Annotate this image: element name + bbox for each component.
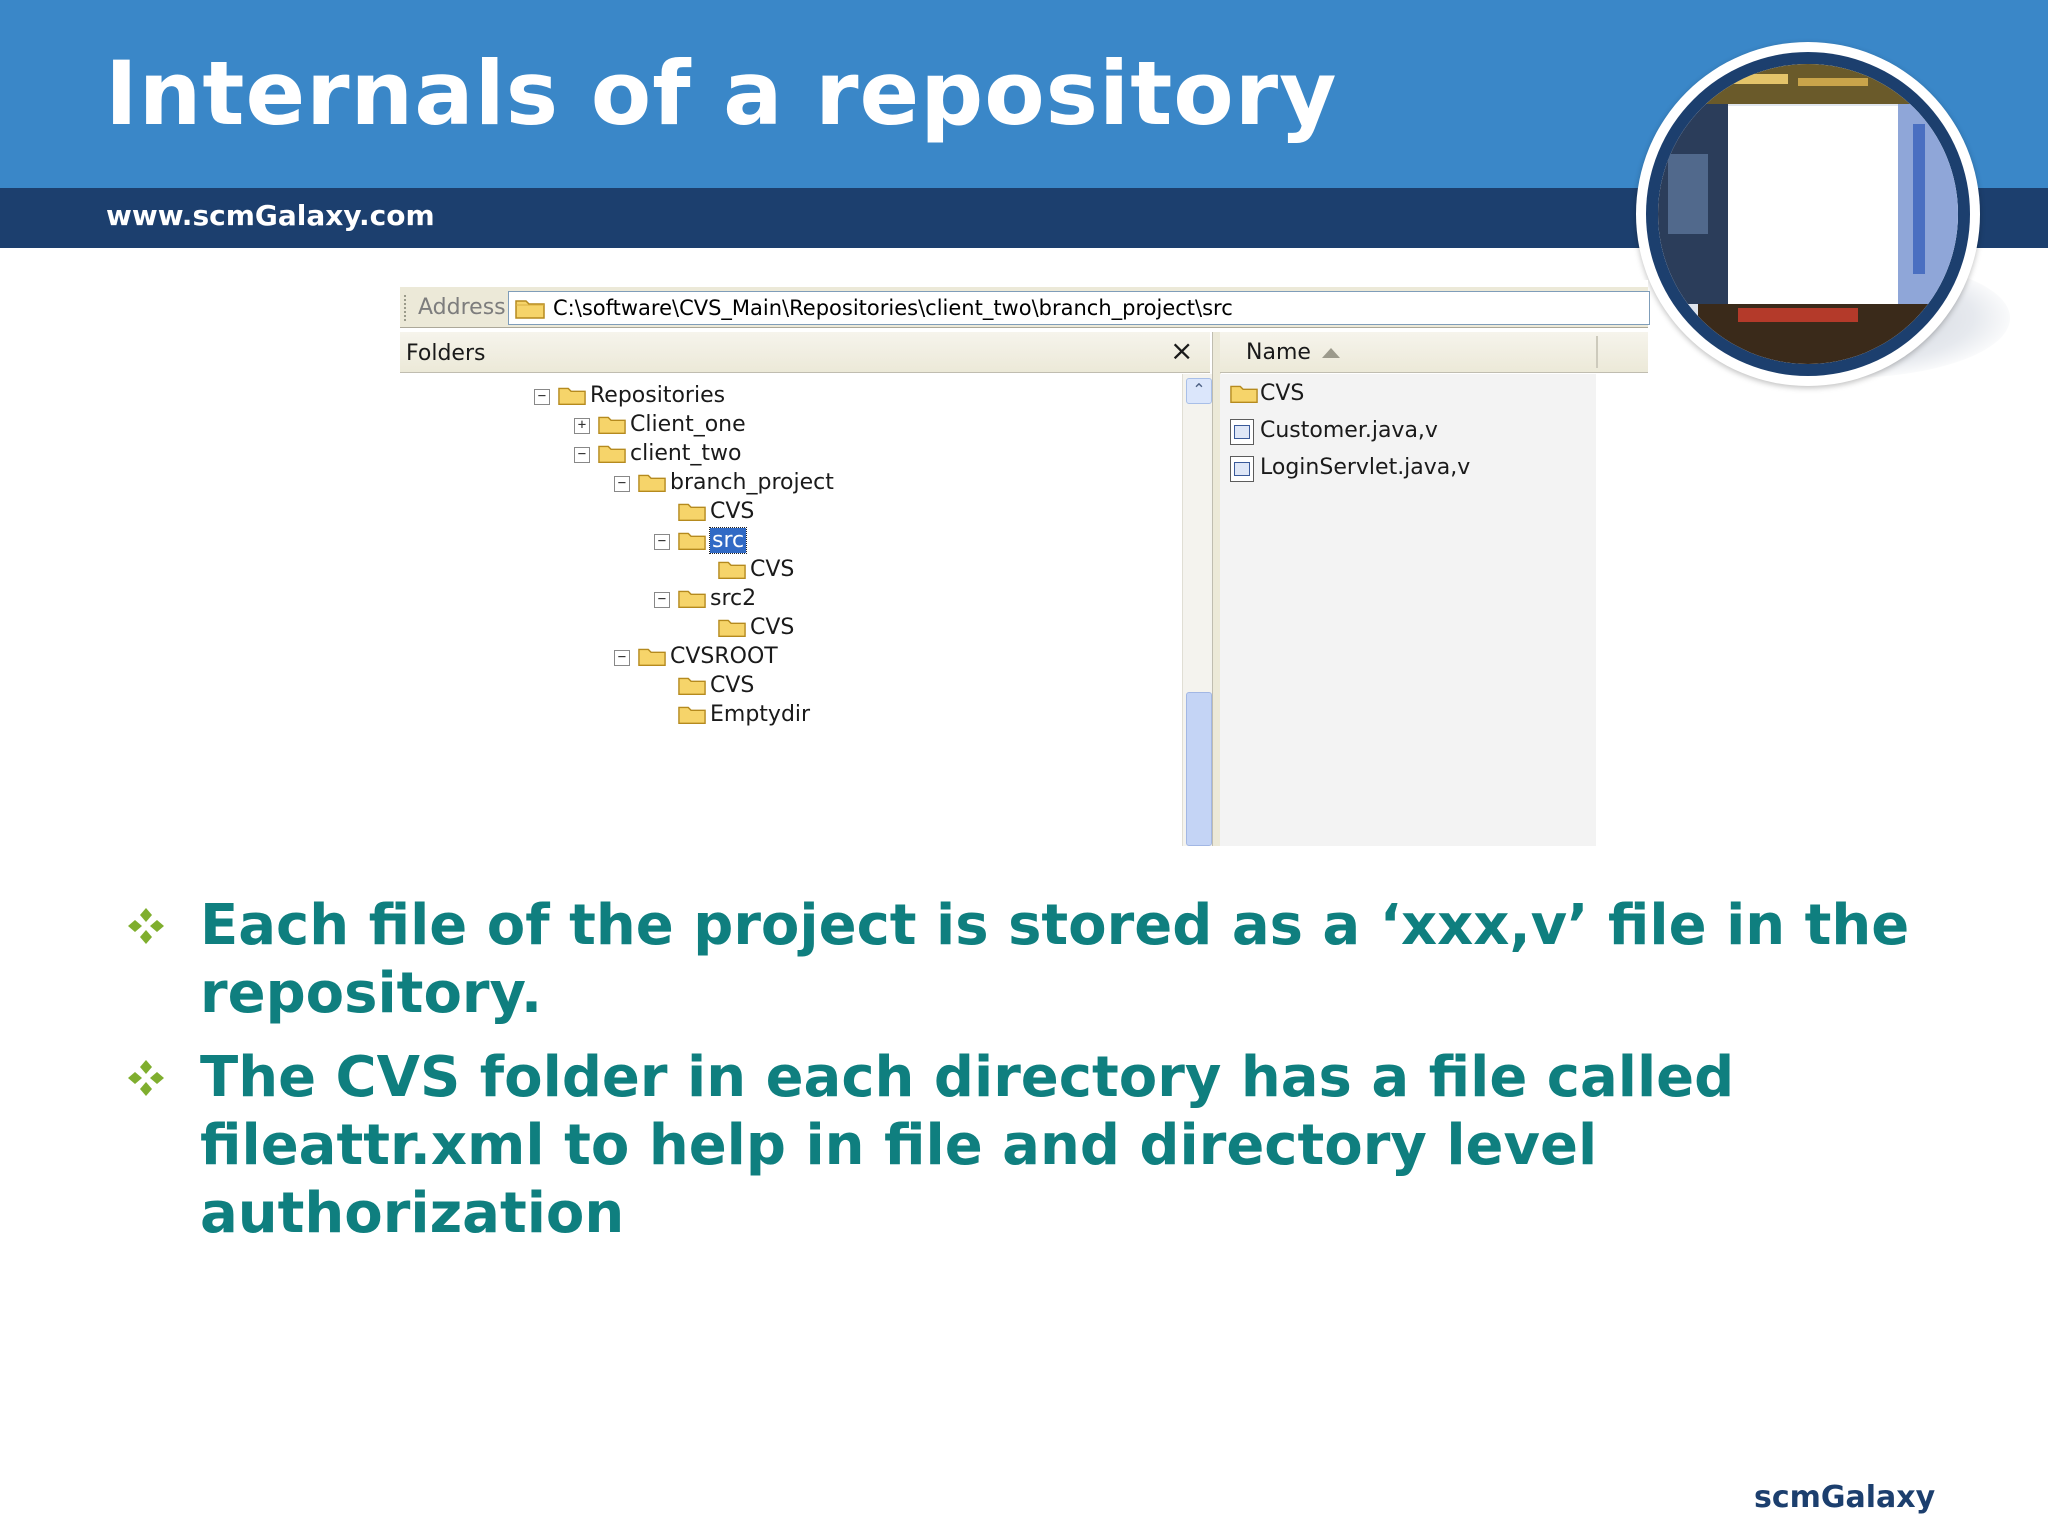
column-separator[interactable] <box>1596 336 1598 368</box>
tree-item-label: CVS <box>750 615 795 640</box>
folder-icon <box>638 645 666 671</box>
tree-item-label: branch_project <box>670 470 834 495</box>
address-bar: Address C:\software\CVS_Main\Repositorie… <box>400 286 1650 328</box>
address-label: Address <box>418 295 506 320</box>
diamond-bullet-icon <box>126 1058 166 1098</box>
tree-item-label: Client_one <box>630 412 746 437</box>
name-column-header[interactable]: Name <box>1220 332 1596 372</box>
tree-item-label: src2 <box>710 586 757 611</box>
bullet-item: The CVS folder in each directory has a f… <box>120 1044 1940 1248</box>
tree-item-label: CVS <box>710 673 755 698</box>
name-column-label: Name <box>1246 340 1311 365</box>
folders-label: Folders <box>406 341 486 366</box>
folder-icon <box>515 297 545 323</box>
folder-icon <box>678 529 706 555</box>
collapse-toggle[interactable]: − <box>654 592 670 608</box>
file-icon <box>1230 456 1254 482</box>
collapse-toggle[interactable]: − <box>614 476 630 492</box>
bullet-text: The CVS folder in each directory has a f… <box>200 1045 1735 1246</box>
tree-item-label: CVS <box>710 499 755 524</box>
file-item-label: Customer.java,v <box>1260 418 1438 443</box>
folder-icon <box>598 442 626 468</box>
folder-icon <box>1230 382 1258 408</box>
files-pane-header: Name <box>1220 332 1648 373</box>
file-item-label: CVS <box>1260 381 1305 406</box>
folder-icon <box>678 587 706 613</box>
collapse-toggle[interactable]: − <box>574 447 590 463</box>
folder-icon <box>718 558 746 584</box>
address-input[interactable]: C:\software\CVS_Main\Repositories\client… <box>508 291 1650 325</box>
sort-ascending-icon <box>1322 348 1340 358</box>
bullet-text: Each file of the project is stored as a … <box>200 893 1910 1026</box>
tree-scrollbar[interactable]: ⌃ <box>1182 374 1213 846</box>
tree-item-label-selected: src <box>708 527 748 554</box>
bullet-item: Each file of the project is stored as a … <box>120 892 1940 1028</box>
scroll-thumb[interactable] <box>1186 692 1212 846</box>
address-path: C:\software\CVS_Main\Repositories\client… <box>553 296 1233 320</box>
expand-toggle[interactable]: + <box>574 418 590 434</box>
decorative-photo <box>1658 64 1958 364</box>
folder-icon <box>598 413 626 439</box>
folder-icon <box>678 674 706 700</box>
bullet-list: Each file of the project is stored as a … <box>120 892 1940 1264</box>
explorer-screenshot: Address C:\software\CVS_Main\Repositorie… <box>400 280 1650 846</box>
tree-item-label: Repositories <box>590 383 726 408</box>
folder-icon <box>678 703 706 729</box>
toolbar-grip <box>404 295 409 321</box>
tree-item-label: Emptydir <box>710 702 811 727</box>
folder-tree: − Repositories + Client_one − client_two… <box>400 374 1180 846</box>
collapse-toggle[interactable]: − <box>534 389 550 405</box>
folder-icon <box>638 471 666 497</box>
file-list: CVS Customer.java,v LoginServlet.java,v <box>1220 374 1596 846</box>
tree-item-label: client_two <box>630 441 742 466</box>
tree-item-label: CVSROOT <box>670 644 778 669</box>
folder-icon <box>558 384 586 410</box>
file-item-label: LoginServlet.java,v <box>1260 455 1471 480</box>
slide-title: Internals of a repository <box>105 42 1338 145</box>
site-url: www.scmGalaxy.com <box>106 199 435 232</box>
tree-item-label: CVS <box>750 557 795 582</box>
scroll-up-icon[interactable]: ⌃ <box>1186 378 1212 404</box>
folders-pane-header: Folders × <box>400 332 1210 373</box>
collapse-toggle[interactable]: − <box>654 534 670 550</box>
folder-icon <box>718 616 746 642</box>
file-icon <box>1230 419 1254 445</box>
footer-brand: scmGalaxy <box>1754 1480 1936 1515</box>
diamond-bullet-icon <box>126 906 166 946</box>
folder-icon <box>678 500 706 526</box>
collapse-toggle[interactable]: − <box>614 650 630 666</box>
close-icon[interactable]: × <box>1170 334 1193 367</box>
